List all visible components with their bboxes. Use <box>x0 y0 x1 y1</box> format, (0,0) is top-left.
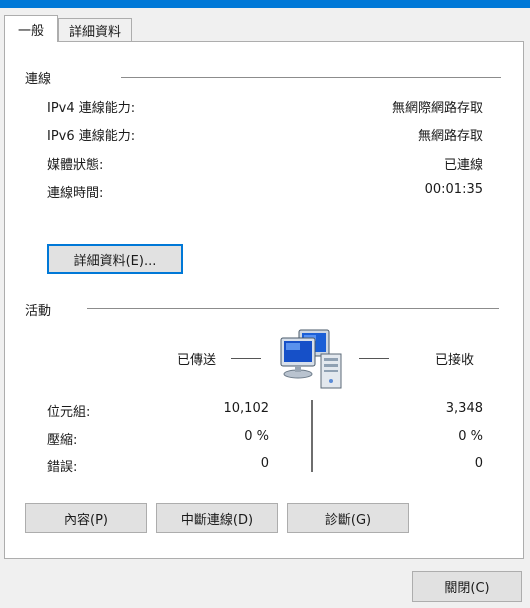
connection-divider <box>121 77 501 78</box>
disable-button[interactable]: 中斷連線(D) <box>156 503 278 533</box>
activity-group-title: 活動 <box>25 304 52 319</box>
errors-received-value: 0 <box>474 456 483 471</box>
close-button[interactable]: 關閉(C) <box>412 571 522 602</box>
general-panel: 連線 IPv4 連線能力: 無網際網路存取 IPv6 連線能力: 無網路存取 媒… <box>4 41 524 559</box>
bytes-received-value: 3,348 <box>445 401 483 416</box>
errors-sent-value: 0 <box>260 456 269 471</box>
sent-line <box>231 358 261 359</box>
compression-sent-value: 0 % <box>244 429 269 444</box>
title-bar-edge <box>0 0 530 8</box>
received-label: 已接收 <box>435 353 475 368</box>
activity-divider <box>87 308 499 309</box>
diagnose-button[interactable]: 診斷(G) <box>287 503 409 533</box>
errors-label: 錯誤: <box>47 460 78 475</box>
ipv6-value: 無網路存取 <box>417 129 483 144</box>
media-state-value: 已連線 <box>443 158 483 173</box>
ipv4-value: 無網際網路存取 <box>391 101 483 116</box>
duration-value: 00:01:35 <box>424 182 483 197</box>
sent-label: 已傳送 <box>177 353 217 368</box>
tab-details[interactable]: 詳細資料 <box>58 18 132 42</box>
compression-received-value: 0 % <box>458 429 483 444</box>
connection-group-title: 連線 <box>25 72 52 87</box>
bytes-sent-value: 10,102 <box>223 401 270 416</box>
properties-button[interactable]: 內容(P) <box>25 503 147 533</box>
compression-label: 壓縮: <box>47 433 78 448</box>
bytes-label: 位元組: <box>47 405 91 420</box>
ipv4-label: IPv4 連線能力: <box>47 101 136 116</box>
ipv6-label: IPv6 連線能力: <box>47 129 136 144</box>
activity-separator <box>311 400 313 472</box>
media-state-label: 媒體狀態: <box>47 158 104 173</box>
details-button[interactable]: 詳細資料(E)... <box>47 244 183 274</box>
tab-general[interactable]: 一般 <box>4 15 58 42</box>
duration-label: 連線時間: <box>47 186 104 201</box>
network-computers-icon <box>277 328 353 390</box>
received-line <box>359 358 389 359</box>
